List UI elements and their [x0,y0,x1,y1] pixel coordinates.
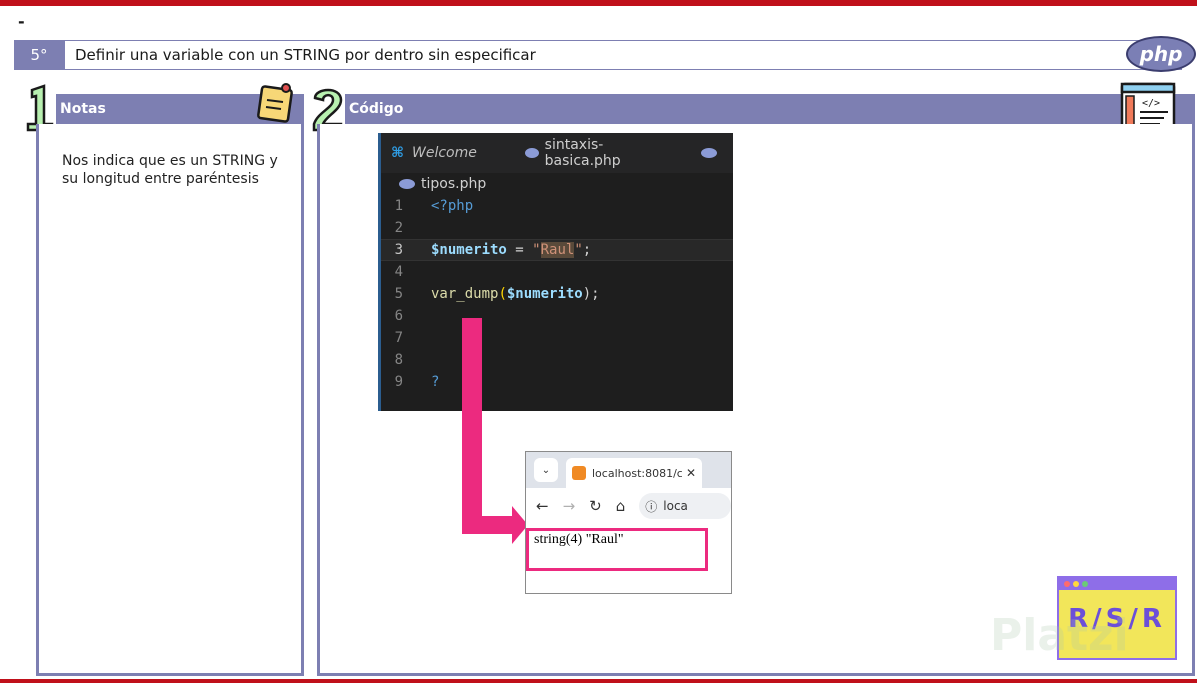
line-number: 8 [394,352,403,368]
reload-icon[interactable]: ↻ [589,497,602,515]
home-icon[interactable]: ⌂ [616,497,626,515]
address-bar[interactable]: ⓘ loca [639,493,731,519]
tab-welcome[interactable]: ⌘ Welcome [381,133,487,173]
xampp-favicon-icon [572,466,586,480]
back-arrow-icon[interactable]: ← [536,497,549,515]
svg-text:</>: </> [1142,98,1160,109]
browser-tab-title: localhost:8081/c [592,466,682,480]
notes-heading: Notas [60,101,106,117]
code-line: 1 <?php [381,195,733,217]
line-number: 3 [394,242,403,258]
browser-tabstrip: ⌄ localhost:8081/c ✕ [526,452,731,488]
code-quote: " [532,242,541,258]
sticky-note-icon [257,83,293,123]
line-number: 2 [394,220,403,236]
vscode-icon: ⌘ [391,145,404,161]
address-text: loca [663,499,688,513]
line-number: 7 [394,330,403,346]
editor-tabs: ⌘ Welcome sintaxis-basica.php [381,133,733,173]
browser-toolbar: ← → ↻ ⌂ ⓘ loca [526,488,731,524]
close-icon[interactable]: ✕ [686,466,696,480]
tab-sintaxis-basica[interactable]: sintaxis-basica.php [515,133,671,173]
code-paren: ); [582,286,600,302]
code-variable: $numerito [431,242,507,258]
php-file-icon [524,148,539,158]
logo-dot [1064,581,1070,587]
slide-title-text: Definir una variable con un STRING por d… [75,46,536,64]
line-number: 1 [394,198,403,214]
logo-dot [1073,581,1079,587]
browser-tab[interactable]: localhost:8081/c ✕ [566,458,702,488]
logo-window-bar [1059,578,1175,590]
code-line: 8 [381,349,733,371]
code-semicolon: ; [582,242,592,258]
logo-dot [1082,581,1088,587]
pink-arrow-bend [462,516,514,534]
code-operator: = [506,242,533,258]
code-line: 2 [381,217,733,239]
code-line: 5 var_dump ( $numerito ); [381,283,733,305]
notes-panel [36,124,304,676]
code-line: 6 [381,305,733,327]
breadcrumb[interactable]: tipos.php [381,173,733,195]
code-function: var_dump [431,286,499,302]
pink-arrow-shaft [462,318,482,534]
tab-search-button[interactable]: ⌄ [534,458,558,482]
code-header: Código [345,94,1195,124]
code-text: <?php [431,198,474,214]
code-line: 9 ? [381,371,733,393]
code-line-current: 3 $numerito = " Raul " ; [381,239,733,261]
code-quote: " [574,242,583,258]
code-line: 7 [381,327,733,349]
slide-dash: - [18,12,25,31]
notes-text: Nos indica que es un STRING y su longitu… [62,153,278,187]
output-highlight-box [526,528,708,571]
code-variable: $numerito [506,286,583,302]
bottom-accent-bar [0,679,1197,683]
line-number: 9 [394,374,403,390]
code-paren: ( [498,286,507,302]
platzi-watermark: Platzi [990,610,1129,661]
info-icon: ⓘ [645,499,658,514]
breadcrumb-file: tipos.php [421,176,487,192]
browser-window: ⌄ localhost:8081/c ✕ ← → ↻ ⌂ ⓘ loca stri… [525,451,732,594]
tab-welcome-label: Welcome [412,145,477,161]
step-number: 5° [14,40,64,70]
php-logo: php [1126,36,1196,72]
php-file-icon [399,179,415,189]
php-file-icon [701,148,717,158]
line-number: 4 [394,264,403,280]
top-accent-bar [0,0,1197,6]
slide-title: Definir una variable con un STRING por d… [64,40,1182,70]
tab-overflow[interactable] [691,133,733,173]
code-text: ? [431,374,440,390]
forward-arrow-icon[interactable]: → [563,497,576,515]
code-heading: Código [349,101,404,117]
line-number: 5 [394,286,403,302]
chevron-down-icon: ⌄ [541,464,551,476]
line-number: 6 [394,308,403,324]
tab-sintaxis-label: sintaxis-basica.php [544,137,621,169]
code-line: 4 [381,261,733,283]
code-editor: ⌘ Welcome sintaxis-basica.php tipos.php … [378,133,733,411]
code-string: Raul [540,242,575,258]
